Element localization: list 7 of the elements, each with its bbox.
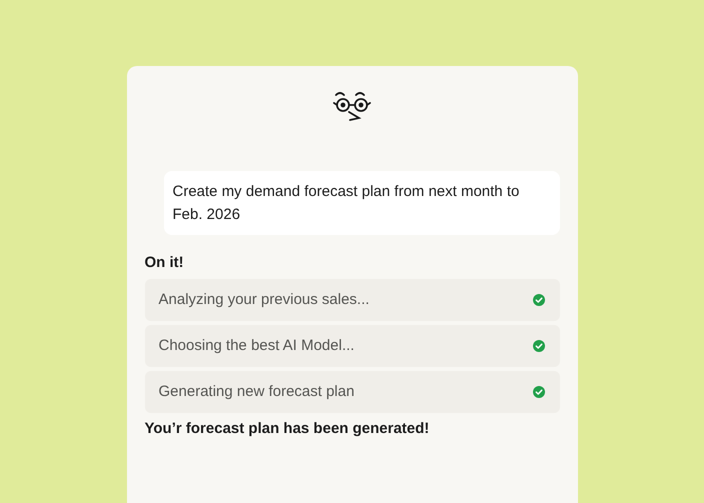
prompt-bubble: Create my demand forecast plan from next month to Feb. 2026 [164,171,560,235]
step-label: Generating new forecast plan [158,382,354,402]
glasses-icon [333,90,371,122]
step-label: Analyzing your previous sales... [158,290,370,310]
step-label: Choosing the best AI Model... [158,336,354,356]
result-text: You’r forecast plan has been generated! [144,419,430,439]
acknowledgement-text: On it! [144,253,185,273]
